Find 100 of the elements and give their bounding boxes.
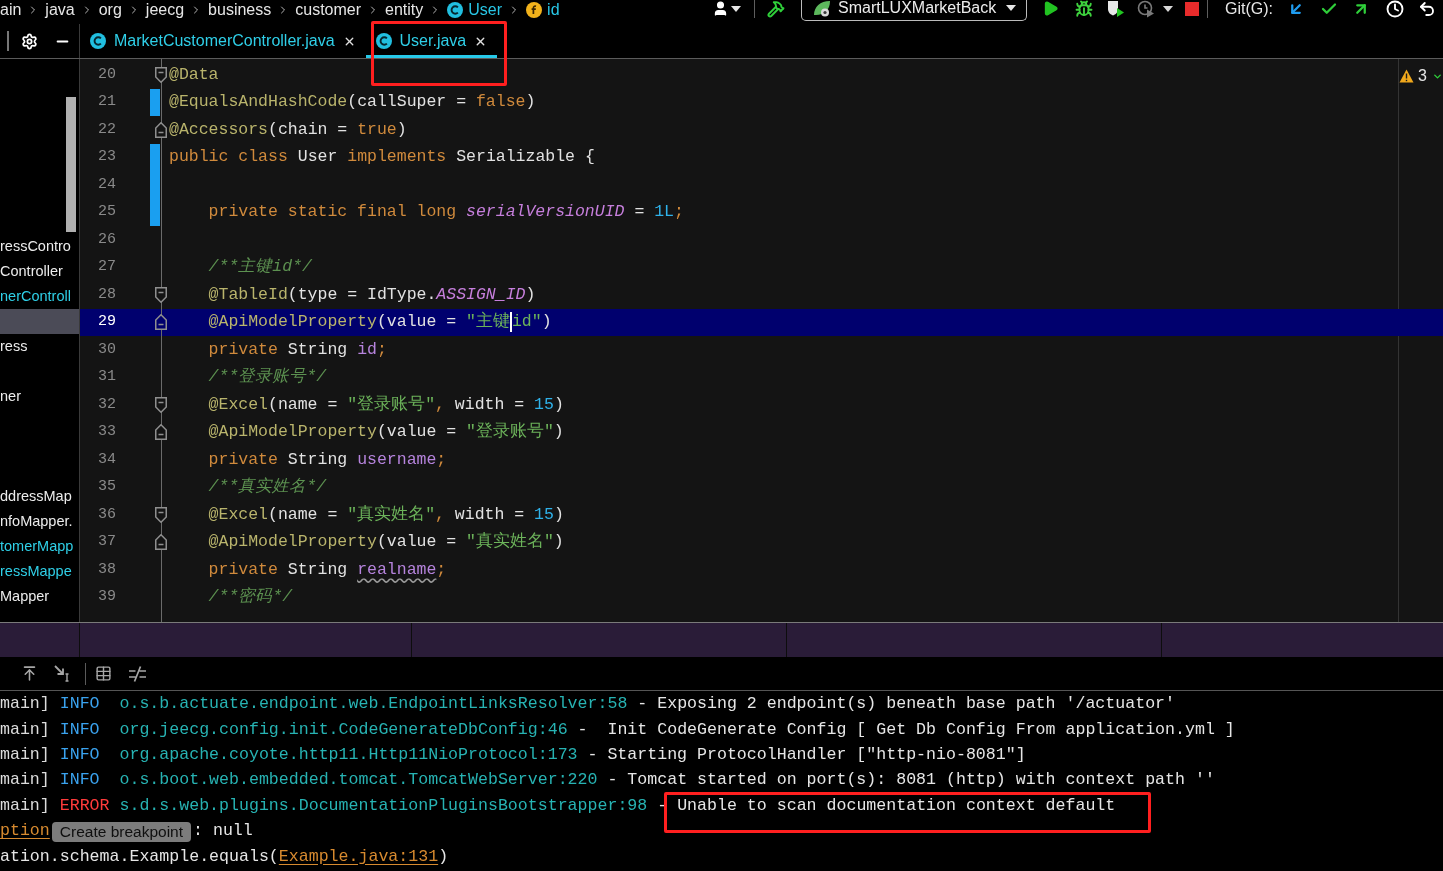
source-link[interactable]: ption xyxy=(0,819,50,845)
tree-item[interactable]: ddressMap xyxy=(0,484,79,509)
line-number: 36 xyxy=(97,504,116,525)
code-line: private String id; xyxy=(208,338,387,361)
log-message: - Init CodeGenerate Config [ Get Db Config From application.yml ] xyxy=(577,719,1235,739)
breadcrumb-item[interactable]: customer xyxy=(295,0,362,19)
code-line: private String username; xyxy=(208,448,447,471)
log-text: : null xyxy=(193,820,253,843)
logger-name: o.s.boot.web.embedded.tomcat.TomcatWebServer:220 xyxy=(119,769,598,792)
code-line: private static final long serialVersionUID = 1L; xyxy=(208,201,684,224)
person-icon[interactable] xyxy=(712,0,729,17)
fold-icon[interactable] xyxy=(155,121,167,138)
clock-play-icon[interactable] xyxy=(1137,0,1155,18)
warning-icon[interactable] xyxy=(1399,69,1415,83)
line-number: 38 xyxy=(97,559,116,580)
caret-down-icon[interactable] xyxy=(1163,5,1173,12)
fold-icon[interactable] xyxy=(155,506,167,523)
tree-item[interactable]: ner xyxy=(0,384,79,409)
logger-name: org.jeecg.config.init.CodeGenerateDbConfig:46 xyxy=(119,718,568,741)
warning-count[interactable]: 3 xyxy=(1418,64,1427,88)
thread-name: main] xyxy=(0,718,50,741)
line-number: 21 xyxy=(97,92,116,112)
line-number: 34 xyxy=(97,449,116,470)
tree-item[interactable]: ressMappe xyxy=(0,559,79,584)
breadcrumb-item[interactable]: id xyxy=(547,0,560,19)
upload-icon[interactable] xyxy=(21,665,38,682)
play-icon[interactable] xyxy=(1042,0,1059,17)
tree-item[interactable]: Controller xyxy=(0,259,79,284)
logger-name: org.apache.coyote.http11.Http11NioProtocol:173 xyxy=(119,744,578,767)
clock-icon[interactable] xyxy=(1386,0,1404,18)
fold-icon[interactable] xyxy=(155,534,167,551)
log-level: INFO xyxy=(59,718,101,741)
tree-item[interactable]: ress xyxy=(0,334,79,359)
code-line: /**登录账号*/ xyxy=(208,366,327,389)
code-line: @ApiModelProperty(value = "主键id") xyxy=(208,311,552,334)
log-text: ) xyxy=(438,845,449,868)
git-label: Git(G): xyxy=(1225,0,1273,18)
log-level: INFO xyxy=(59,693,101,716)
bug-icon[interactable] xyxy=(1075,0,1093,18)
line-number: 28 xyxy=(97,284,116,305)
breakpoint-button[interactable]: Create breakpoint xyxy=(51,821,191,842)
fold-icon[interactable] xyxy=(155,66,167,83)
code-line: /**真实姓名*/ xyxy=(208,476,327,499)
logger-name: s.d.s.web.plugins.DocumentationPluginsBootstrapper:98 xyxy=(119,794,648,817)
code-editor[interactable] xyxy=(80,59,1443,622)
code-line: public class User implements Serializable { xyxy=(169,146,595,169)
source-link[interactable]: Example.java:131 xyxy=(278,844,439,870)
breadcrumb-item[interactable]: java xyxy=(45,0,75,19)
tree-item[interactable]: nfoMapper. xyxy=(0,509,79,534)
caret-down-icon[interactable] xyxy=(731,5,741,12)
tree-item[interactable]: nerControll xyxy=(0,284,79,309)
breadcrumb-item[interactable]: ain xyxy=(0,0,22,19)
line-number: 31 xyxy=(97,367,116,387)
scrollbar-thumb[interactable] xyxy=(66,97,76,232)
breadcrumb-item[interactable]: jeecg xyxy=(145,0,185,19)
editor-tab[interactable]: MarketCustomerController.java xyxy=(80,24,366,58)
breadcrumb-item[interactable]: business xyxy=(208,0,272,19)
line-number: 20 xyxy=(97,64,116,85)
class-icon xyxy=(375,33,392,49)
breadcrumb-item[interactable]: org xyxy=(98,0,122,19)
run-config-dropdown[interactable]: SmartLUXMarketBack xyxy=(801,0,1027,21)
undo-icon[interactable] xyxy=(1418,0,1436,18)
code-line: private String realname; xyxy=(208,558,447,581)
code-line: @ApiModelProperty(value = "真实姓名") xyxy=(208,531,564,554)
caret-down-icon[interactable] xyxy=(1006,5,1016,11)
breadcrumb-item[interactable]: entity xyxy=(385,0,424,19)
line-number: 32 xyxy=(97,394,116,415)
thread-name: main] xyxy=(0,769,50,792)
class-icon xyxy=(447,1,464,18)
code-line: @TableId(type = IdType.ASSIGN_ID) xyxy=(208,283,536,306)
tree-item[interactable]: tomerMapp xyxy=(0,534,79,559)
code-line: @EqualsAndHashCode(callSuper = false) xyxy=(169,91,536,114)
log-level: INFO xyxy=(59,744,101,767)
code-line: @Data xyxy=(169,63,219,86)
line-number: 35 xyxy=(97,477,116,497)
tree-item[interactable]: ressContro xyxy=(0,234,79,259)
stop-icon[interactable] xyxy=(1185,1,1199,16)
fold-icon[interactable] xyxy=(155,424,167,441)
hammer-icon[interactable] xyxy=(767,0,785,18)
breadcrumb-item[interactable]: User xyxy=(468,0,503,19)
line-number: 39 xyxy=(97,587,116,607)
arrow-cursor-icon[interactable] xyxy=(54,665,71,682)
code-line: @Excel(name = "登录账号", width = 15) xyxy=(208,393,564,416)
code-line: @Accessors(chain = true) xyxy=(169,118,407,141)
settings-icon[interactable] xyxy=(21,32,38,50)
line-number: 25 xyxy=(97,202,116,222)
table-icon[interactable] xyxy=(95,665,112,682)
field-icon xyxy=(526,1,543,18)
log-text: ation.schema.Example.equals( xyxy=(0,845,279,868)
lines-slash-icon[interactable] xyxy=(129,665,146,682)
log-message: Unable to scan documentation context default xyxy=(677,795,1116,815)
tree-item[interactable]: Mapper xyxy=(0,584,79,609)
fold-icon[interactable] xyxy=(155,286,167,303)
shield-play-icon[interactable] xyxy=(1107,0,1125,18)
line-number: 33 xyxy=(97,422,116,442)
fold-icon[interactable] xyxy=(155,396,167,413)
log-level: ERROR xyxy=(59,794,110,817)
code-line: /**主键id*/ xyxy=(208,256,312,279)
fold-icon[interactable] xyxy=(155,314,167,331)
thread-name: main] xyxy=(0,794,50,817)
